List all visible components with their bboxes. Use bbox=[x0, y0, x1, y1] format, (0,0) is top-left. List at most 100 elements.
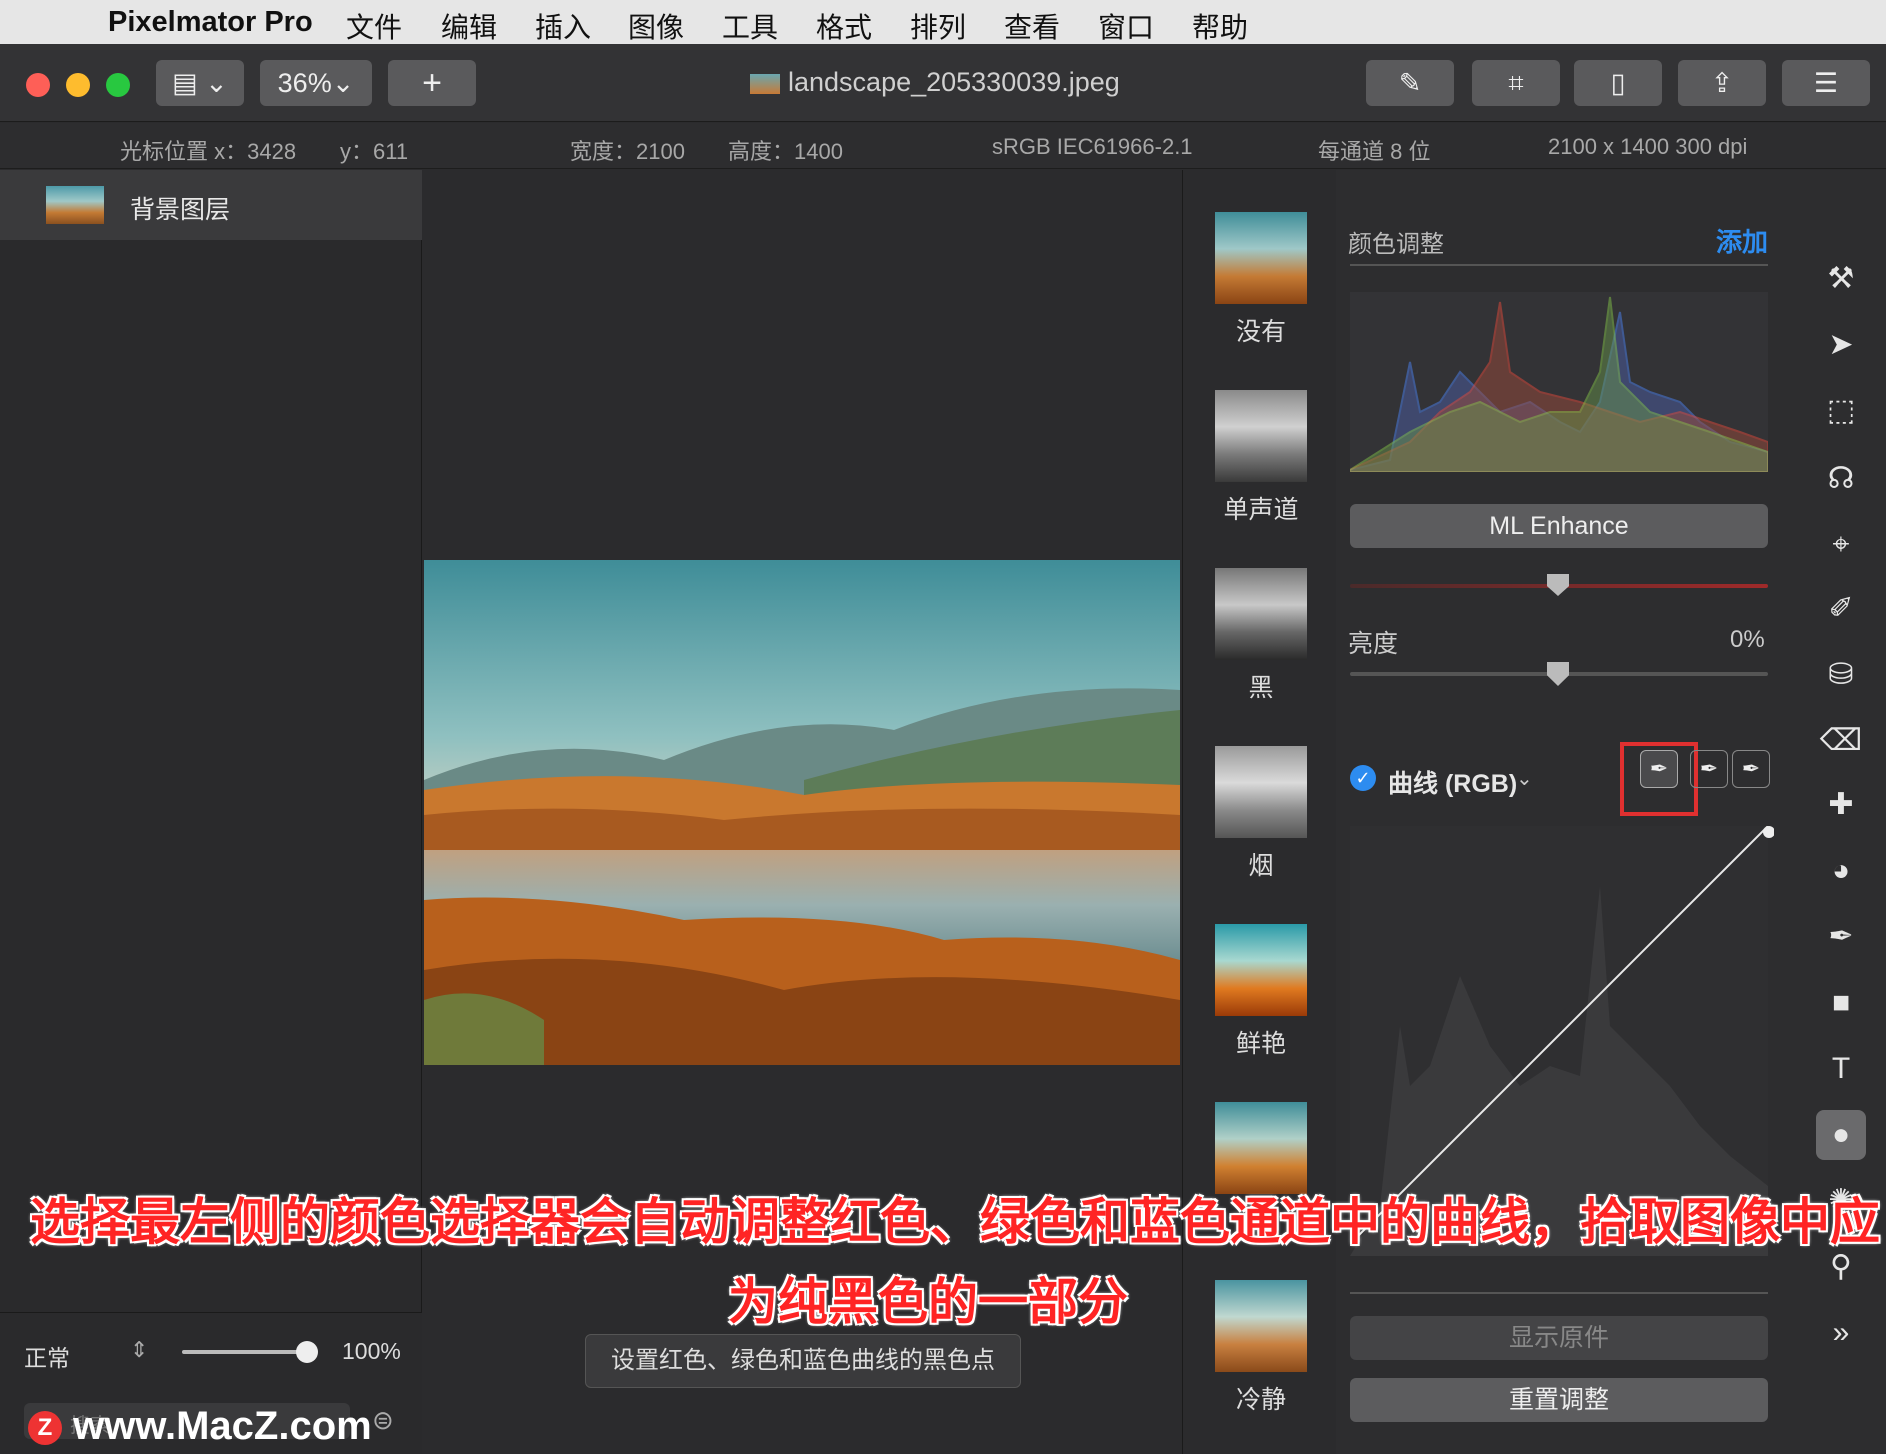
tools-panel: ⚒ ➤ ⬚ ☊ ⌖ ✐ ⛁ ⌫ ✚ ◕ ✒ ■ T ● ✺ ⚲ » bbox=[1796, 170, 1886, 1454]
zoom-level-button[interactable]: 36%⌄ bbox=[260, 60, 372, 106]
menu-window[interactable]: 窗口 bbox=[1098, 6, 1154, 46]
histogram bbox=[1350, 292, 1768, 472]
preset-smoke[interactable]: 烟 bbox=[1215, 746, 1307, 882]
layers-panel: 背景图层 bbox=[0, 170, 422, 1454]
preset-label: 烟 bbox=[1248, 852, 1274, 880]
curves-bottom-divider bbox=[1350, 1292, 1768, 1294]
preset-mono[interactable]: 单声道 bbox=[1215, 390, 1307, 526]
menu-bar: Pixelmator Pro 文件 编辑 插入 图像 工具 格式 排列 查看 窗… bbox=[0, 0, 1886, 44]
preset-vivid[interactable]: 鲜艳 bbox=[1215, 924, 1307, 1060]
zoom-window-button[interactable] bbox=[106, 73, 130, 97]
arrange-tool-icon[interactable]: ➤ bbox=[1816, 320, 1866, 370]
z-logo-icon: Z bbox=[28, 1411, 62, 1446]
black-point-picker[interactable]: ✒ bbox=[1640, 750, 1678, 788]
layer-row[interactable]: 背景图层 bbox=[0, 170, 422, 240]
sidebar-toggle-button[interactable]: ▤ ⌄ bbox=[156, 60, 244, 106]
brightness-value: 0% bbox=[1730, 626, 1765, 653]
minimize-window-button[interactable] bbox=[66, 73, 90, 97]
menu-tools[interactable]: 工具 bbox=[722, 6, 778, 46]
filter-icon[interactable]: ⊜ bbox=[372, 1405, 394, 1436]
watermark-text: www.MacZ.com bbox=[73, 1404, 372, 1448]
menu-insert[interactable]: 插入 bbox=[535, 6, 591, 46]
preset-thumbnail bbox=[1215, 924, 1307, 1016]
cursor-x-readout: 光标位置 x：3428 bbox=[120, 139, 297, 164]
share-button[interactable]: ⇪ bbox=[1678, 60, 1766, 106]
caption-line-2: 为纯黑色的一部分 bbox=[728, 1274, 1128, 1330]
type-tool-icon[interactable]: T bbox=[1816, 1044, 1866, 1094]
blend-mode-select[interactable]: 正常 bbox=[24, 1339, 70, 1373]
fill-bucket-icon[interactable]: ⛁ bbox=[1816, 650, 1866, 700]
chevron-updown-icon: ⇕ bbox=[130, 1337, 149, 1362]
preset-thumbnail bbox=[1215, 746, 1307, 838]
watermark: Z www.MacZ.com bbox=[28, 1404, 372, 1449]
cursor-y-readout: y：611 bbox=[340, 139, 409, 164]
gray-point-picker[interactable]: ✒ bbox=[1690, 750, 1728, 788]
format-button[interactable]: ▯ bbox=[1574, 60, 1662, 106]
document-icon: ▯ bbox=[1610, 68, 1626, 98]
select-tool-icon[interactable]: ⬚ bbox=[1816, 386, 1866, 436]
eyedropper-icon: ✒ bbox=[1699, 756, 1719, 781]
eyedropper-icon: ✒ bbox=[1649, 756, 1669, 781]
layer-thumbnail bbox=[46, 186, 104, 224]
preset-calm[interactable]: 冷静 bbox=[1215, 1280, 1307, 1416]
paint-tool-button[interactable]: ✎ bbox=[1366, 60, 1454, 106]
app-menu[interactable]: Pixelmator Pro bbox=[108, 6, 313, 39]
menu-edit[interactable]: 编辑 bbox=[441, 6, 497, 46]
caption-line-1: 选择最左侧的颜色选择器会自动调整红色、绿色和蓝色通道中的曲线，拾取图像中应 bbox=[30, 1194, 1880, 1250]
image-file-icon bbox=[750, 73, 780, 94]
dimensions-readout: 2100 x 1400 300 dpi bbox=[1548, 134, 1748, 159]
chevron-down-icon: ⌄ bbox=[1516, 768, 1533, 790]
image-width-readout: 宽度：2100 bbox=[570, 139, 685, 164]
reset-adjustments-button[interactable]: 重置调整 bbox=[1350, 1378, 1768, 1422]
menu-format[interactable]: 格式 bbox=[816, 6, 872, 46]
preset-none[interactable]: 没有 bbox=[1215, 212, 1307, 348]
menu-image[interactable]: 图像 bbox=[628, 6, 684, 46]
crop-icon: ⌗ bbox=[1508, 68, 1524, 98]
color-profile-readout: sRGB IEC61966-2.1 bbox=[992, 134, 1193, 159]
landscape-image bbox=[424, 560, 1180, 1065]
eraser-icon[interactable]: ⌫ bbox=[1816, 716, 1866, 766]
eyedropper-icon: ✒ bbox=[1741, 756, 1761, 781]
document-title-text: landscape_205330039.jpeg bbox=[788, 67, 1120, 97]
paint-brush-icon[interactable]: ✐ bbox=[1816, 584, 1866, 634]
crop-button[interactable]: ⌗ bbox=[1472, 60, 1560, 106]
preset-thumbnail bbox=[1215, 1280, 1307, 1372]
color-adjust-tool-icon[interactable]: ● bbox=[1816, 1110, 1866, 1160]
opacity-slider-knob[interactable] bbox=[296, 1341, 318, 1363]
preset-label: 冷静 bbox=[1235, 1386, 1286, 1414]
curves-channel-select[interactable]: 曲线 (RGB) bbox=[1388, 764, 1517, 800]
preset-label: 单声道 bbox=[1223, 496, 1299, 524]
sliders-icon: ☰ bbox=[1813, 68, 1839, 98]
bandage-icon[interactable]: ✚ bbox=[1816, 780, 1866, 830]
shape-tool-icon[interactable]: ■ bbox=[1816, 978, 1866, 1028]
curves-enabled-checkbox[interactable]: ✓ bbox=[1350, 765, 1376, 791]
image-height-readout: 高度：1400 bbox=[728, 139, 843, 164]
show-original-button[interactable]: 显示原件 bbox=[1350, 1316, 1768, 1360]
brush-icon: ✎ bbox=[1398, 68, 1422, 98]
pen-tool-icon[interactable]: ✒ bbox=[1816, 912, 1866, 962]
info-bar: 光标位置 x：3428 y：611 宽度：2100 高度：1400 sRGB I… bbox=[0, 123, 1886, 169]
zoom-level-value: 36% bbox=[277, 68, 332, 98]
ml-enhance-button[interactable]: ML Enhance bbox=[1350, 504, 1768, 548]
menu-view[interactable]: 查看 bbox=[1004, 6, 1060, 46]
preset-label: 鲜艳 bbox=[1235, 1030, 1286, 1058]
color-select-icon[interactable]: ⌖ bbox=[1816, 520, 1866, 570]
landscape-photo[interactable] bbox=[424, 560, 1180, 1065]
lasso-tool-icon[interactable]: ☊ bbox=[1816, 454, 1866, 504]
menu-file[interactable]: 文件 bbox=[346, 6, 402, 46]
preset-black[interactable]: 黑 bbox=[1215, 568, 1307, 704]
add-adjustment-link[interactable]: 添加 bbox=[1716, 222, 1768, 259]
presets-panel: 没有 单声道 黑 烟 鲜艳 冷静 bbox=[1182, 170, 1336, 1454]
more-tools-icon[interactable]: » bbox=[1816, 1308, 1866, 1358]
preset-unnamed[interactable] bbox=[1215, 1102, 1307, 1194]
close-window-button[interactable] bbox=[26, 73, 50, 97]
effects-icon[interactable]: ◕ bbox=[1816, 846, 1866, 896]
white-point-picker[interactable]: ✒ bbox=[1732, 750, 1770, 788]
adjustments-button[interactable]: ☰ bbox=[1782, 60, 1870, 106]
opacity-slider[interactable] bbox=[182, 1350, 312, 1354]
preset-label: 黑 bbox=[1248, 674, 1274, 702]
menu-help[interactable]: 帮助 bbox=[1192, 6, 1248, 46]
add-button[interactable]: + bbox=[388, 60, 476, 106]
style-tool-icon[interactable]: ⚒ bbox=[1816, 254, 1866, 304]
menu-arrange[interactable]: 排列 bbox=[910, 6, 966, 46]
